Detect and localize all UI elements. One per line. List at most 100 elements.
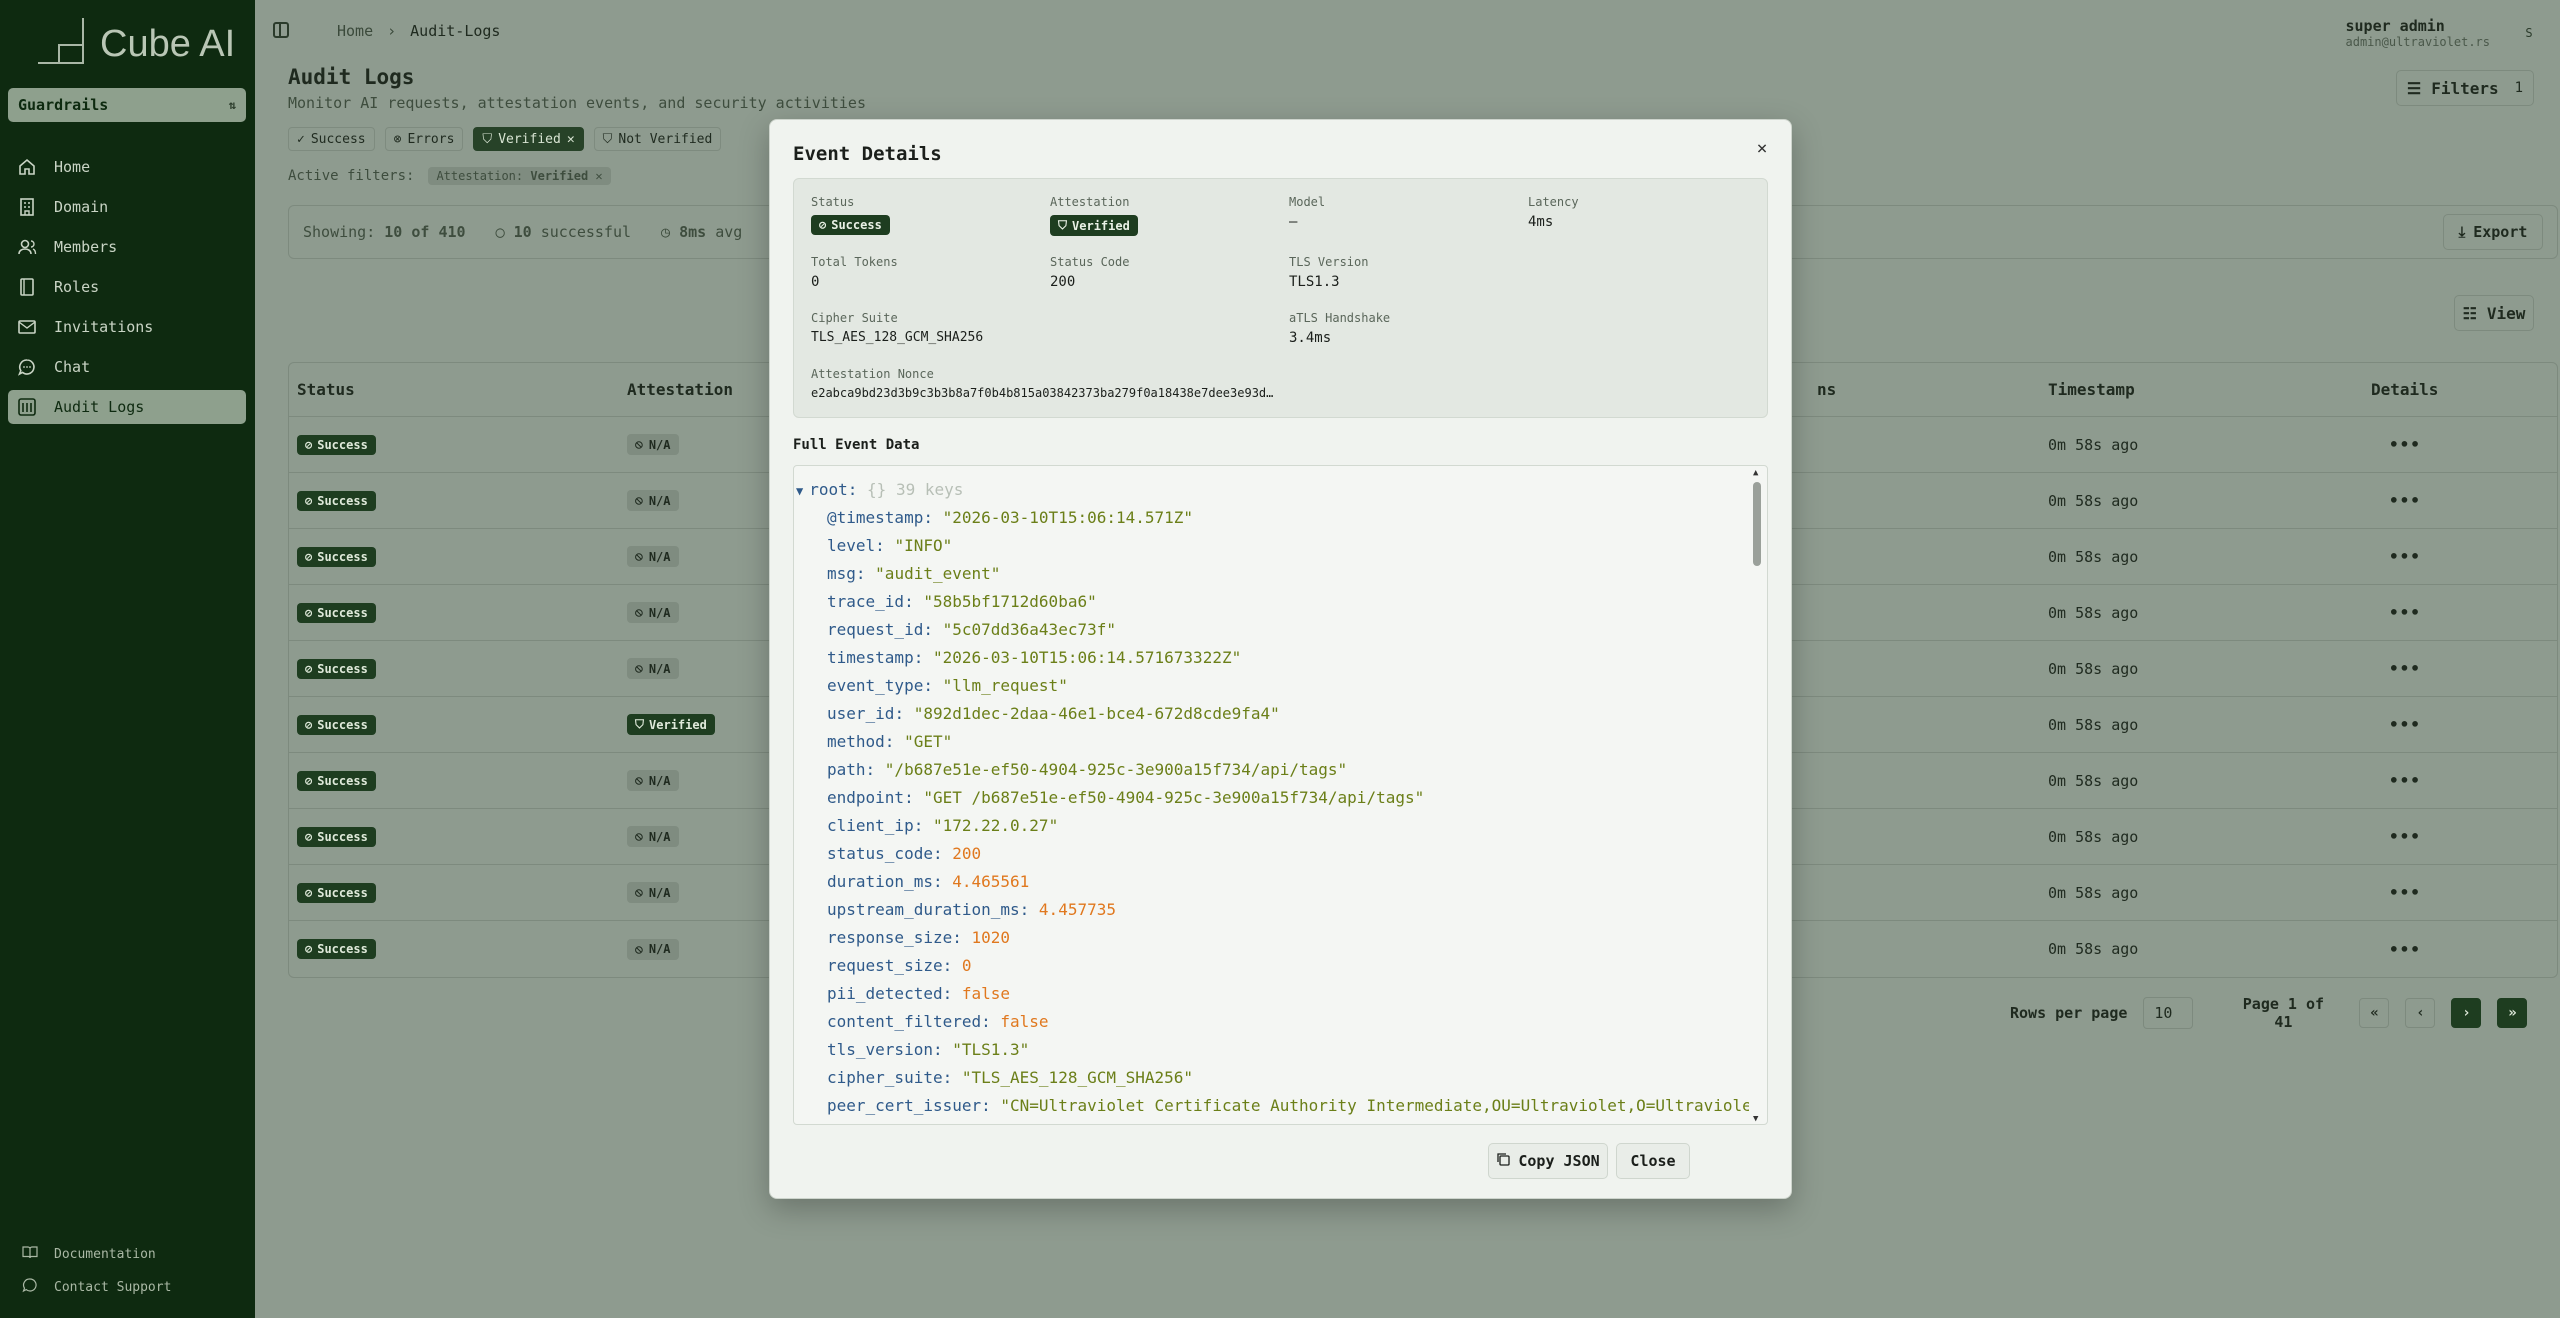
- chip-verified[interactable]: ⛉ Verified ✕: [473, 127, 584, 151]
- json-value: "llm_request": [942, 676, 1068, 695]
- status-code-value: 200: [1050, 274, 1076, 290]
- row-status: ⊘ Success: [297, 697, 376, 752]
- close-button[interactable]: Close: [1616, 1143, 1690, 1179]
- row-details-menu-icon[interactable]: •••: [2389, 417, 2421, 472]
- chip-success[interactable]: ✓ Success: [288, 127, 375, 151]
- status-badge: ⊘ Success: [297, 826, 376, 847]
- json-key: endpoint: [827, 788, 905, 807]
- top-bar: Home › Audit-Logs super admin admin@ultr…: [255, 0, 2560, 62]
- dialog-title: Event Details: [793, 143, 942, 165]
- summary-tls-version: TLS Version TLS1.3: [1289, 255, 1368, 290]
- avatar[interactable]: S: [2516, 22, 2542, 44]
- summary-status: Status ⊘ Success: [811, 195, 890, 235]
- prev-page-button[interactable]: ‹: [2405, 998, 2436, 1028]
- sidebar-item-members[interactable]: Members: [8, 230, 246, 264]
- row-details-menu-icon[interactable]: •••: [2389, 585, 2421, 640]
- avg-stat: ◷ 8ms avg: [661, 223, 742, 241]
- row-details-menu-icon[interactable]: •••: [2389, 753, 2421, 808]
- contact-support-label: Contact Support: [54, 1279, 172, 1295]
- user-info[interactable]: super admin admin@ultraviolet.rs: [2346, 17, 2491, 49]
- row-details-menu-icon[interactable]: •••: [2389, 529, 2421, 584]
- sidebar-item-chat[interactable]: Chat: [8, 350, 246, 384]
- export-button[interactable]: ⤓ Export: [2443, 214, 2543, 250]
- last-page-button[interactable]: »: [2497, 998, 2528, 1028]
- json-key: client_ip: [827, 816, 914, 835]
- json-root-meta: {} 39 keys: [867, 480, 964, 499]
- row-details-menu-icon[interactable]: •••: [2389, 641, 2421, 696]
- scroll-up-arrow-icon[interactable]: ▲: [1753, 468, 1758, 478]
- header-status[interactable]: Status: [297, 363, 355, 416]
- view-options-button[interactable]: ☷ View: [2454, 295, 2534, 331]
- json-colon: :: [913, 816, 933, 835]
- remove-chip-icon[interactable]: ✕: [567, 132, 575, 147]
- attestation-text: N/A: [648, 437, 671, 452]
- sidebar-toggle-icon[interactable]: [273, 22, 289, 38]
- check-circle-icon: ⊘: [305, 493, 313, 508]
- json-value: "892d1dec-2daa-46e1-bce4-672d8cde9fa4": [913, 704, 1280, 723]
- row-details-menu-icon[interactable]: •••: [2389, 865, 2421, 920]
- model-label: Model: [1289, 195, 1326, 209]
- attestation-text: N/A: [648, 829, 671, 844]
- row-details-menu-icon[interactable]: •••: [2389, 473, 2421, 528]
- header-details: Details: [2371, 380, 2439, 399]
- collapse-triangle-icon[interactable]: ▼: [796, 484, 803, 498]
- chip-not-verified[interactable]: ⛉ Not Verified: [593, 127, 722, 151]
- sidebar-item-audit-logs[interactable]: Audit Logs: [8, 390, 246, 424]
- sidebar-item-label: Roles: [54, 278, 100, 296]
- json-scrollbar[interactable]: ▲ ▼: [1747, 466, 1767, 1124]
- sidebar-item-invitations[interactable]: Invitations: [8, 310, 246, 344]
- page-subtitle: Monitor AI requests, attestation events,…: [288, 94, 866, 112]
- row-details-menu-icon[interactable]: •••: [2389, 921, 2421, 977]
- breadcrumb-home[interactable]: Home: [337, 22, 373, 40]
- row-details-menu-icon[interactable]: •••: [2389, 697, 2421, 752]
- sidebar-item-roles[interactable]: Roles: [8, 270, 246, 304]
- status-badge: ⊘ Success: [297, 490, 376, 511]
- json-viewer[interactable]: ▼ root: {} 39 keys @timestamp: "2026-03-1…: [793, 465, 1768, 1125]
- sidebar-item-domain[interactable]: Domain: [8, 190, 246, 224]
- remove-filter-icon[interactable]: ✕: [595, 169, 602, 183]
- check-circle-icon: ⊘: [305, 661, 313, 676]
- rows-per-page-select[interactable]: 10: [2143, 997, 2194, 1029]
- scrollbar-thumb[interactable]: [1753, 482, 1761, 566]
- first-page-button[interactable]: «: [2359, 998, 2390, 1028]
- filter-lines-icon: ☰: [2406, 78, 2422, 98]
- app-name: Cube AI: [100, 23, 236, 65]
- sidebar-item-home[interactable]: Home: [8, 150, 246, 184]
- tls-version-value: TLS1.3: [1289, 274, 1340, 290]
- json-property: trace_id: "58b5bf1712d60ba6": [794, 588, 1749, 616]
- atls-label: aTLS Handshake: [1289, 311, 1391, 325]
- chip-label: Success: [310, 131, 366, 147]
- json-root-line[interactable]: ▼ root: {} 39 keys: [794, 476, 1749, 504]
- status-badge: ⊘ Success: [297, 882, 376, 903]
- close-icon[interactable]: ×: [1751, 138, 1773, 160]
- sidebar-item-label: Home: [54, 158, 91, 176]
- active-filter-chip[interactable]: Attestation: Verified ✕: [428, 167, 611, 185]
- row-timestamp: 0m 58s ago: [2048, 771, 2139, 790]
- status-badge: ⊘ Success: [297, 546, 376, 567]
- team-selector[interactable]: Guardrails ⇅: [8, 88, 246, 122]
- status-text: Success: [317, 717, 368, 732]
- model-value: —: [1289, 214, 1298, 230]
- header-attestation[interactable]: Attestation: [627, 363, 733, 416]
- app-logo[interactable]: Cube AI: [38, 18, 235, 64]
- copy-json-button[interactable]: Copy JSON: [1488, 1143, 1608, 1179]
- json-colon: :: [942, 956, 962, 975]
- json-colon: :: [1019, 900, 1039, 919]
- scroll-down-arrow-icon[interactable]: ▼: [1753, 1114, 1758, 1124]
- filters-button[interactable]: ☰ Filters 1: [2396, 70, 2534, 106]
- json-key: upstream_duration_ms: [827, 900, 1020, 919]
- contact-support-link[interactable]: Contact Support: [22, 1277, 242, 1297]
- chip-errors[interactable]: ⊗ Errors: [384, 127, 464, 151]
- row-status: ⊘ Success: [297, 865, 376, 920]
- json-property: timestamp: "2026-03-10T15:06:14.57167332…: [794, 644, 1749, 672]
- documentation-link[interactable]: Documentation: [22, 1245, 242, 1263]
- status-badge: ⊘ Success: [297, 658, 376, 679]
- row-status: ⊘ Success: [297, 473, 376, 528]
- row-details-menu-icon[interactable]: •••: [2389, 809, 2421, 864]
- next-page-button[interactable]: ›: [2451, 998, 2482, 1028]
- json-colon: :: [904, 592, 924, 611]
- header-timestamp[interactable]: Timestamp: [2048, 363, 2135, 416]
- header-tokens[interactable]: ns: [1817, 363, 1836, 416]
- json-colon: :: [904, 788, 924, 807]
- json-property: endpoint: "GET /b687e51e-ef50-4904-925c-…: [794, 784, 1749, 812]
